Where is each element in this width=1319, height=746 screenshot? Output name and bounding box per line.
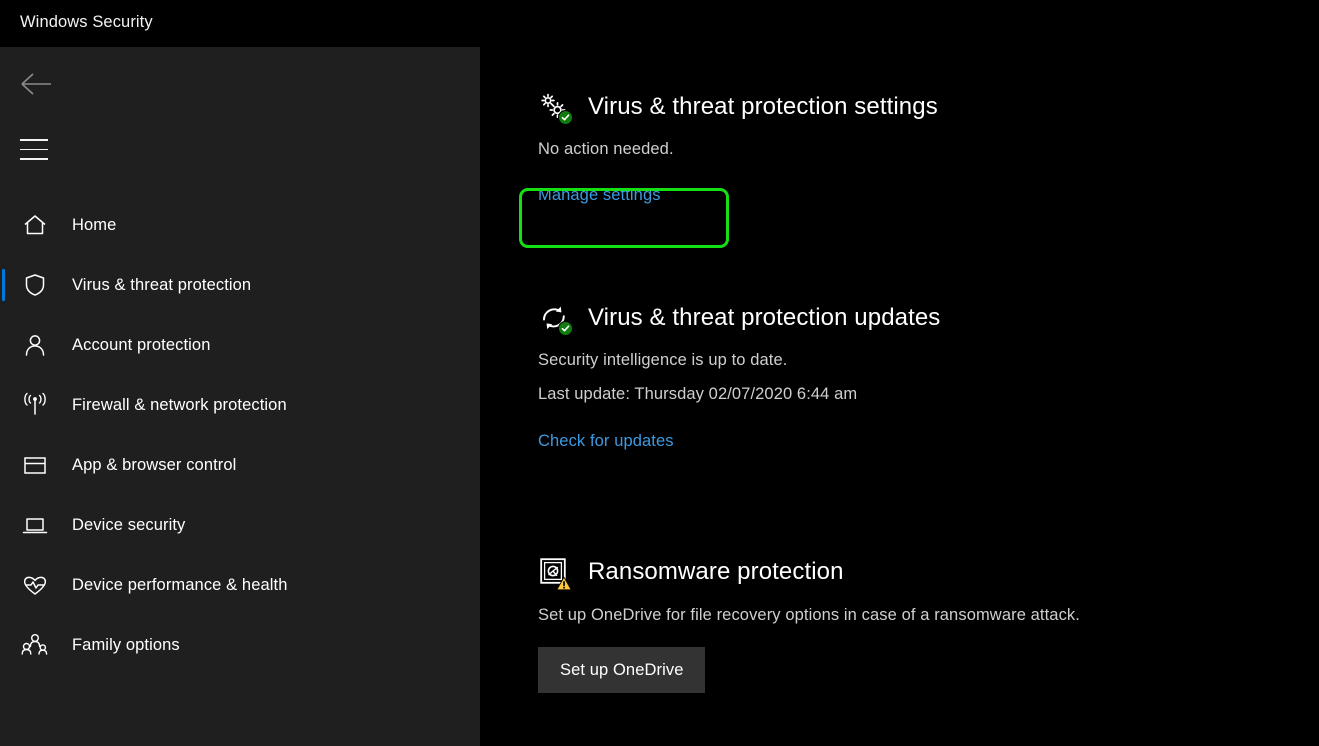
wifi-signal-icon [18, 388, 52, 422]
yellow-warning-badge [556, 576, 572, 590]
vault-icon [538, 556, 570, 588]
section-header: Virus & threat protection settings [480, 91, 938, 123]
main-content: Virus & threat protection settings No ac… [480, 47, 1319, 746]
sidebar-item-label: Firewall & network protection [72, 396, 287, 415]
heart-pulse-icon [18, 568, 52, 602]
ransomware-protection-section: Ransomware protection Set up OneDrive fo… [480, 556, 1080, 693]
sidebar-item-firewall-network-protection[interactable]: Firewall & network protection [0, 375, 480, 435]
section-title: Virus & threat protection updates [588, 304, 940, 332]
home-icon [18, 208, 52, 242]
sidebar-item-device-security[interactable]: Device security [0, 495, 480, 555]
check-for-updates-link[interactable]: Check for updates [538, 432, 674, 451]
sidebar-item-label: Account protection [72, 336, 210, 355]
app-title: Windows Security [20, 13, 153, 32]
menu-button[interactable] [8, 125, 68, 169]
selection-accent-bar [2, 269, 5, 301]
sidebar-item-family-options[interactable]: Family options [0, 615, 480, 675]
manage-settings-highlight-box [519, 188, 729, 248]
window-icon [18, 448, 52, 482]
section-header: Virus & threat protection updates [480, 302, 940, 334]
sidebar-item-virus-threat-protection[interactable]: Virus & threat protection [0, 255, 480, 315]
back-button[interactable] [8, 62, 68, 106]
green-check-badge [558, 110, 573, 125]
sidebar-item-label: Virus & threat protection [72, 276, 251, 295]
last-update-text: Last update: Thursday 02/07/2020 6:44 am [538, 385, 940, 404]
sidebar: Home Virus & threat protection [0, 47, 480, 746]
section-header: Ransomware protection [480, 556, 1080, 588]
sidebar-item-app-browser-control[interactable]: App & browser control [0, 435, 480, 495]
back-arrow-icon [20, 72, 54, 101]
sidebar-item-label: App & browser control [72, 456, 236, 475]
title-bar: Windows Security [0, 0, 1319, 47]
person-icon [18, 328, 52, 362]
virus-threat-updates-section: Virus & threat protection updates Securi… [480, 302, 940, 451]
section-status-text: No action needed. [538, 140, 938, 159]
section-description: Set up OneDrive for file recovery option… [538, 606, 1080, 625]
sidebar-item-label: Device security [72, 516, 185, 535]
sidebar-item-label: Family options [72, 636, 180, 655]
shield-icon [18, 268, 52, 302]
refresh-sync-icon [538, 302, 570, 334]
green-check-badge [558, 321, 573, 336]
gears-icon [538, 91, 570, 123]
set-up-onedrive-button[interactable]: Set up OneDrive [538, 647, 705, 693]
section-title: Virus & threat protection settings [588, 93, 938, 121]
hamburger-menu-icon [20, 139, 48, 160]
section-title: Ransomware protection [588, 558, 844, 586]
section-status-text: Security intelligence is up to date. [538, 351, 940, 370]
sidebar-nav-list: Home Virus & threat protection [0, 195, 480, 675]
windows-security-window: Windows Security [0, 0, 1319, 746]
sidebar-item-device-performance-health[interactable]: Device performance & health [0, 555, 480, 615]
sidebar-item-account-protection[interactable]: Account protection [0, 315, 480, 375]
laptop-icon [18, 508, 52, 542]
people-group-icon [18, 628, 52, 662]
sidebar-item-label: Home [72, 216, 116, 235]
sidebar-item-label: Device performance & health [72, 576, 287, 595]
sidebar-item-home[interactable]: Home [0, 195, 480, 255]
